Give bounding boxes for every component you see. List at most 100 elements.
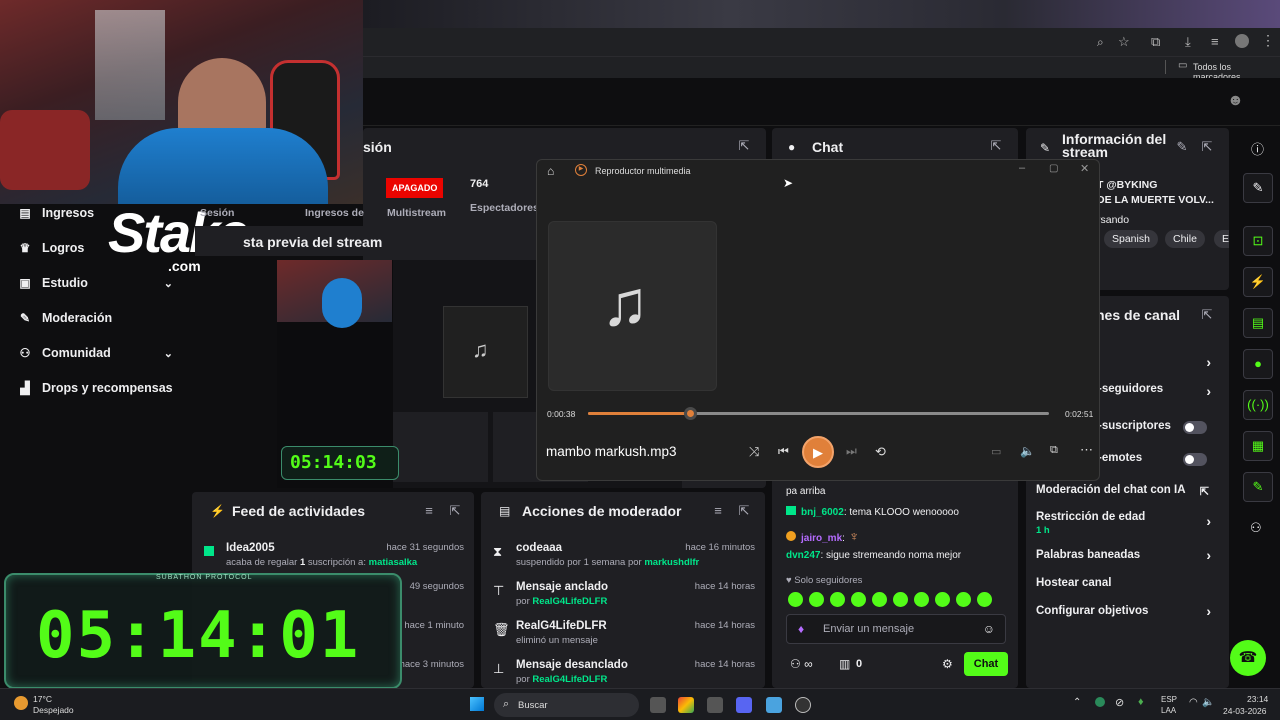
home-icon[interactable]: ⌂ xyxy=(547,164,554,178)
emote-icon[interactable] xyxy=(956,592,971,607)
next-icon[interactable]: ⏭ xyxy=(846,444,857,459)
setting-subs-only[interactable]: -suscriptores xyxy=(1098,420,1211,434)
popout-icon[interactable]: ⇱ xyxy=(1199,307,1215,323)
chat-send-button[interactable]: Chat xyxy=(964,652,1008,676)
emote-icon[interactable] xyxy=(872,592,887,607)
captions-icon[interactable]: ▭ xyxy=(991,445,1001,458)
popout-icon[interactable]: ⇱ xyxy=(447,503,463,519)
filter-icon[interactable]: ≡ xyxy=(421,503,437,519)
wrench-icon[interactable]: ✎ xyxy=(1243,472,1273,502)
subs-only-toggle[interactable] xyxy=(1183,421,1207,434)
previous-icon[interactable]: ⏮ xyxy=(778,444,789,459)
seek-thumb[interactable] xyxy=(684,407,698,420)
more-options-icon[interactable]: ⋯ xyxy=(1080,442,1093,458)
store-icon[interactable]: ▥ xyxy=(839,657,850,671)
mic-icon[interactable]: ♦ xyxy=(798,622,804,636)
community-icon[interactable]: ⚇ xyxy=(1250,520,1262,536)
setting-ai-moderation[interactable]: Moderación del chat con IA ⇱ xyxy=(1036,484,1211,498)
chat-icon[interactable]: ● xyxy=(1243,349,1273,379)
taskbar-search[interactable]: ⌕ Buscar xyxy=(494,693,639,717)
sidebar-item-drops[interactable]: ▟ Drops y recompensas xyxy=(18,377,172,399)
doc-icon[interactable]: ▤ xyxy=(1243,308,1273,338)
setting-host-channel[interactable]: Hostear canal xyxy=(1036,577,1211,589)
emote-icon[interactable] xyxy=(914,592,929,607)
wrench-icon: ✎ xyxy=(1040,141,1051,155)
doc-icon: ▤ xyxy=(499,504,511,518)
setting-followers-only[interactable]: -seguidores › xyxy=(1098,383,1211,399)
app-icon[interactable] xyxy=(766,697,782,713)
tag[interactable]: Spanish xyxy=(1104,230,1158,248)
chat-input[interactable]: ♦ Enviar un mensaje ☺ xyxy=(786,614,1006,644)
users-icon[interactable]: ⚇ ∞ xyxy=(790,657,813,671)
maximize-icon[interactable]: ▢ xyxy=(1049,163,1058,174)
discord-icon[interactable] xyxy=(736,697,752,713)
task-view-icon[interactable] xyxy=(650,697,666,713)
start-icon[interactable] xyxy=(470,697,484,711)
tag[interactable]: Chile xyxy=(1165,230,1205,248)
popout-icon[interactable]: ⇱ xyxy=(736,138,752,154)
bookmark-star-icon[interactable]: ☆ xyxy=(1118,34,1130,50)
chrome-icon[interactable] xyxy=(678,697,694,713)
lightning-icon[interactable]: ⚡ xyxy=(1243,267,1273,297)
settings-icon[interactable] xyxy=(707,697,723,713)
emoji-icon[interactable]: ☺ xyxy=(983,622,995,636)
setting-age-restriction[interactable]: Restricción de edad 1 h › xyxy=(1036,511,1211,536)
volume-icon[interactable]: 🔈 xyxy=(1202,697,1214,708)
emote-icon[interactable] xyxy=(977,592,992,607)
popout-icon[interactable]: ⇱ xyxy=(1199,139,1215,155)
zoom-icon[interactable]: ⌕ xyxy=(1097,35,1104,50)
media-player-taskbar-icon[interactable] xyxy=(795,697,811,713)
popout-icon[interactable]: ⇱ xyxy=(736,503,752,519)
sidebar-item-ingresos[interactable]: ▤ Ingresos xyxy=(18,202,94,224)
network-icon[interactable]: ◠ xyxy=(1189,697,1198,708)
lang-1[interactable]: ESP xyxy=(1161,695,1177,704)
setting-goals[interactable]: Configurar objetivos › xyxy=(1036,603,1211,619)
webcam-feed xyxy=(0,0,363,204)
broadcast-icon[interactable]: ((·)) xyxy=(1243,390,1273,420)
minimize-icon[interactable]: – xyxy=(1019,162,1025,174)
reading-list-icon[interactable]: ≡ xyxy=(1211,34,1219,49)
emotes-only-toggle[interactable] xyxy=(1183,453,1207,466)
emote-icon[interactable] xyxy=(830,592,845,607)
extensions-icon[interactable]: ⧉ xyxy=(1151,34,1160,50)
seek-bar[interactable] xyxy=(588,407,1049,420)
tray-icon[interactable]: ⊘ xyxy=(1115,696,1124,709)
chevron-up-icon[interactable]: ⌃ xyxy=(1073,697,1081,708)
miniplayer-icon[interactable]: ⧉ xyxy=(1050,444,1058,457)
sidebar-item-logros[interactable]: ♛ Logros xyxy=(18,237,85,259)
play-button[interactable]: ▶ xyxy=(802,436,834,468)
info-icon[interactable]: ⓘ xyxy=(1251,139,1264,158)
support-button[interactable]: ☎ xyxy=(1230,640,1266,676)
popout-icon[interactable]: ⇱ xyxy=(988,138,1004,154)
edit-icon[interactable]: ✎ xyxy=(1174,139,1190,155)
mic-icon[interactable]: ♦ xyxy=(1138,696,1144,708)
profile-avatar[interactable] xyxy=(1235,34,1249,48)
filter-icon[interactable]: ≡ xyxy=(710,503,726,519)
menu-dots-icon[interactable]: ⋮ xyxy=(1261,32,1275,49)
edit-icon[interactable]: ✎ xyxy=(1243,173,1273,203)
close-icon[interactable]: ✕ xyxy=(1080,162,1089,175)
emote-icon[interactable] xyxy=(788,592,803,607)
shuffle-icon[interactable]: ⤨ xyxy=(749,444,759,460)
emote-icon[interactable] xyxy=(893,592,908,607)
user-avatar-icon[interactable]: ☻ xyxy=(1227,92,1244,110)
camera-icon[interactable]: ⊡ xyxy=(1243,226,1273,256)
tag[interactable]: Es xyxy=(1214,230,1229,248)
setting-emotes-only[interactable]: -emotes xyxy=(1098,452,1211,466)
emote-icon[interactable] xyxy=(935,592,950,607)
sidebar-item-moderacion[interactable]: ✎ Moderación xyxy=(18,307,112,329)
sidebar-item-comunidad[interactable]: ⚇ Comunidad ⌄ xyxy=(18,342,173,364)
download-icon[interactable]: ⤓ xyxy=(1185,34,1191,50)
wrench-icon: ✎ xyxy=(19,311,31,325)
emote-icon[interactable] xyxy=(851,592,866,607)
volume-icon[interactable]: 🔈 xyxy=(1020,444,1035,458)
layout-icon[interactable]: ▦ xyxy=(1243,431,1273,461)
gear-icon[interactable]: ⚙ xyxy=(942,657,953,671)
tray-icon[interactable] xyxy=(1095,697,1105,707)
repeat-icon[interactable]: ⟲ xyxy=(875,444,886,460)
lang-2[interactable]: LAA xyxy=(1161,706,1176,715)
setting-banned-words[interactable]: Palabras baneadas › xyxy=(1036,547,1211,563)
emote-icon[interactable] xyxy=(809,592,824,607)
clock-time[interactable]: 23:14 xyxy=(1247,694,1268,704)
clock-date[interactable]: 24-03-2026 xyxy=(1223,706,1266,716)
